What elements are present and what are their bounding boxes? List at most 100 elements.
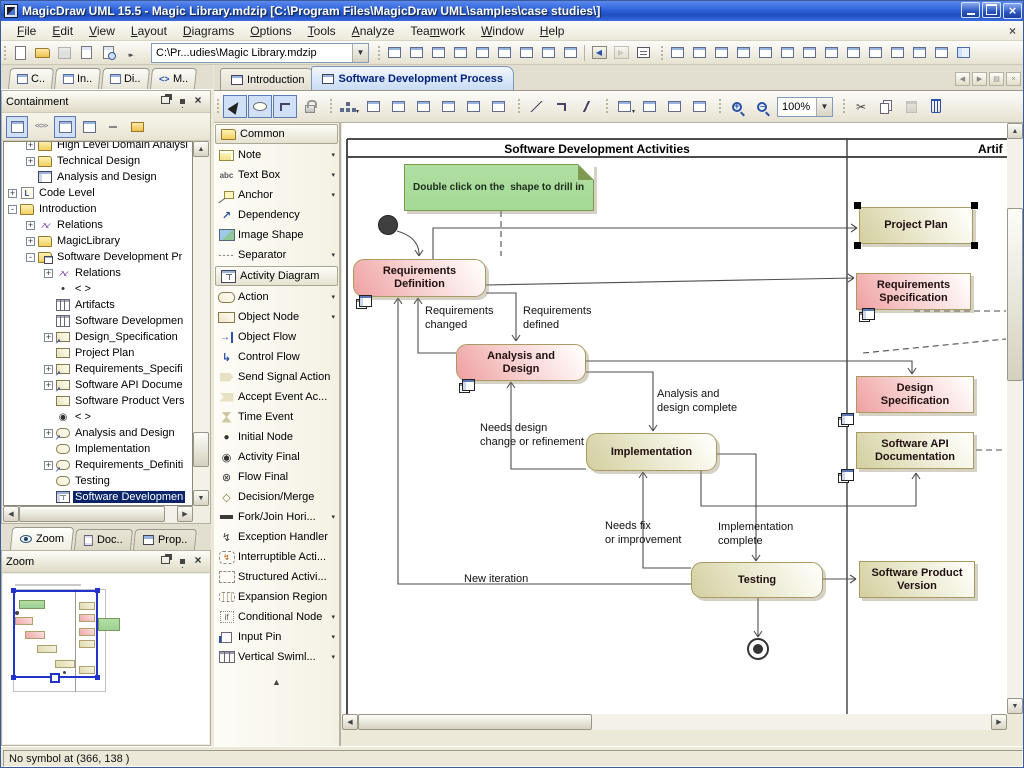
tab-prop[interactable]: Prop.. xyxy=(133,529,198,550)
diagram-view[interactable]: Software Development Activities Artif Do… xyxy=(342,123,1007,714)
palette-expansion-region[interactable]: Expansion Region xyxy=(214,587,339,607)
selection-handle[interactable] xyxy=(971,242,978,249)
snap-grid-button[interactable] xyxy=(486,95,510,118)
tree-item[interactable]: -Introduction xyxy=(4,201,192,217)
make-same-size-button[interactable] xyxy=(461,95,485,118)
window-gear-button[interactable] xyxy=(471,42,493,63)
tree-item[interactable]: < > xyxy=(4,281,192,297)
tab-close-icon[interactable]: × xyxy=(1006,72,1021,86)
menu-options[interactable]: Options xyxy=(242,22,299,40)
tree-item[interactable]: +Requirements_Specifi xyxy=(4,361,192,377)
tree-item[interactable]: Implementation xyxy=(4,441,192,457)
sliders-button[interactable] xyxy=(449,42,471,63)
menu-layout[interactable]: Layout xyxy=(123,22,175,40)
chevron-down-icon[interactable]: ▾ xyxy=(331,191,335,199)
line-oblique-button[interactable] xyxy=(574,95,598,118)
copy-shape-button[interactable] xyxy=(78,116,100,138)
expand-icon[interactable]: + xyxy=(26,237,35,246)
scroll-up-icon[interactable]: ▲ xyxy=(193,141,209,157)
back-arrow-button[interactable] xyxy=(588,42,610,63)
tab-angle[interactable]: M.. xyxy=(150,68,197,89)
palette-anchor[interactable]: Anchor▾ xyxy=(214,185,339,205)
tab-list-icon[interactable]: ▤ xyxy=(989,72,1004,86)
collapse-button[interactable] xyxy=(30,116,52,138)
palette-initial-node[interactable]: Initial Node xyxy=(214,427,339,447)
tree-item[interactable]: < > xyxy=(4,409,192,425)
control-flow-edge[interactable] xyxy=(823,575,856,583)
tree-item[interactable]: +Technical Design xyxy=(4,153,192,169)
chevron-down-icon[interactable]: ▾ xyxy=(331,613,335,621)
expand-icon[interactable]: + xyxy=(44,381,53,390)
line-rectilinear-button[interactable] xyxy=(549,95,573,118)
pin-icon[interactable] xyxy=(174,96,190,111)
action-node[interactable]: Testing xyxy=(691,562,823,598)
filter-doc-button[interactable] xyxy=(54,116,76,138)
close-icon[interactable] xyxy=(190,93,206,108)
scroll-right-icon[interactable]: ▶ xyxy=(991,714,1007,730)
palette-note[interactable]: Note▾ xyxy=(214,145,339,165)
tree-item[interactable]: +Analysis and Design xyxy=(4,425,192,441)
forward-arrow-button[interactable] xyxy=(610,42,632,63)
zoom-thumbnail[interactable] xyxy=(3,574,209,744)
palette-scroll-up-icon[interactable]: ▲ xyxy=(267,675,287,689)
selection-handle[interactable] xyxy=(854,202,861,209)
scroll-right-icon[interactable]: ▶ xyxy=(177,506,193,522)
scroll-down-icon[interactable]: ▼ xyxy=(193,490,209,506)
paste-with-old-button[interactable] xyxy=(662,95,686,118)
menu-file[interactable]: File xyxy=(9,22,44,40)
chevron-down-icon[interactable]: ▾ xyxy=(331,293,335,301)
object-node[interactable]: Software API Documentation xyxy=(856,432,974,469)
palette-send-signal-action[interactable]: Send Signal Action xyxy=(214,367,339,387)
tree-item[interactable]: Project Plan xyxy=(4,345,192,361)
palette-dependency[interactable]: Dependency xyxy=(214,205,339,225)
scroll-left-icon[interactable]: ◀ xyxy=(3,506,19,522)
menu-diagrams[interactable]: Diagrams xyxy=(175,22,242,40)
clock-gauge-button[interactable] xyxy=(842,42,864,63)
chevron-down-icon[interactable]: ▾ xyxy=(331,633,335,641)
float-icon[interactable] xyxy=(158,92,174,107)
object-node[interactable]: Design Specification xyxy=(856,376,974,413)
page-gears-button[interactable] xyxy=(754,42,776,63)
palette-accept-event-ac-[interactable]: Accept Event Ac... xyxy=(214,387,339,407)
selection-handle[interactable] xyxy=(971,202,978,209)
object-node[interactable]: Requirements Specification xyxy=(856,273,971,310)
control-flow-edge[interactable] xyxy=(397,231,423,256)
containment-boxes-button[interactable] xyxy=(427,42,449,63)
collapse-icon[interactable]: - xyxy=(8,205,17,214)
minimize-button[interactable] xyxy=(961,2,980,18)
tree-item[interactable]: Testing xyxy=(4,473,192,489)
action-node[interactable]: Requirements Definition xyxy=(353,259,486,297)
expand-icon[interactable]: + xyxy=(26,141,35,150)
select-line-button[interactable] xyxy=(273,95,297,118)
menu-tools[interactable]: Tools xyxy=(300,22,344,40)
distribute-vertical-button[interactable] xyxy=(436,95,460,118)
menu-edit[interactable]: Edit xyxy=(44,22,81,40)
action-node[interactable]: Implementation xyxy=(586,433,717,471)
print-document-button[interactable] xyxy=(75,42,97,63)
cylinder-button[interactable] xyxy=(732,42,754,63)
folder-open-button[interactable] xyxy=(126,116,148,138)
select-arrow-button[interactable] xyxy=(223,95,247,118)
window-table-button[interactable] xyxy=(493,42,515,63)
new-document-button[interactable] xyxy=(9,42,31,63)
page-shape-button[interactable] xyxy=(710,42,732,63)
arrow-spark-button[interactable] xyxy=(798,42,820,63)
palette-interruptible-acti-[interactable]: Interruptible Acti... xyxy=(214,547,339,567)
message-close-button[interactable] xyxy=(908,42,930,63)
control-flow-edge[interactable] xyxy=(754,598,762,637)
maximize-button[interactable] xyxy=(982,2,1001,18)
tree-item[interactable]: +MagicLibrary xyxy=(4,233,192,249)
anchor-edge[interactable] xyxy=(863,339,1006,353)
palette-image-shape[interactable]: Image Shape xyxy=(214,225,339,245)
tab-next-icon[interactable]: ▶ xyxy=(972,72,987,86)
file-path-combo[interactable]: C:\Pr...udies\Magic Library.mdzip ▼ xyxy=(151,43,369,63)
chevron-down-icon[interactable]: ▾ xyxy=(331,653,335,661)
activity-final-node[interactable] xyxy=(747,638,769,660)
palette-text-box[interactable]: Text Box▾ xyxy=(214,165,339,185)
lock-button[interactable] xyxy=(298,95,322,118)
profile-windows-button[interactable] xyxy=(537,42,559,63)
zoom-level-combo[interactable]: 100%▼ xyxy=(777,97,833,117)
zoom-in-button[interactable] xyxy=(725,95,749,118)
tree-item[interactable]: +High Level Domain Analysi xyxy=(4,141,192,153)
action-node[interactable]: Analysis and Design xyxy=(456,344,586,381)
